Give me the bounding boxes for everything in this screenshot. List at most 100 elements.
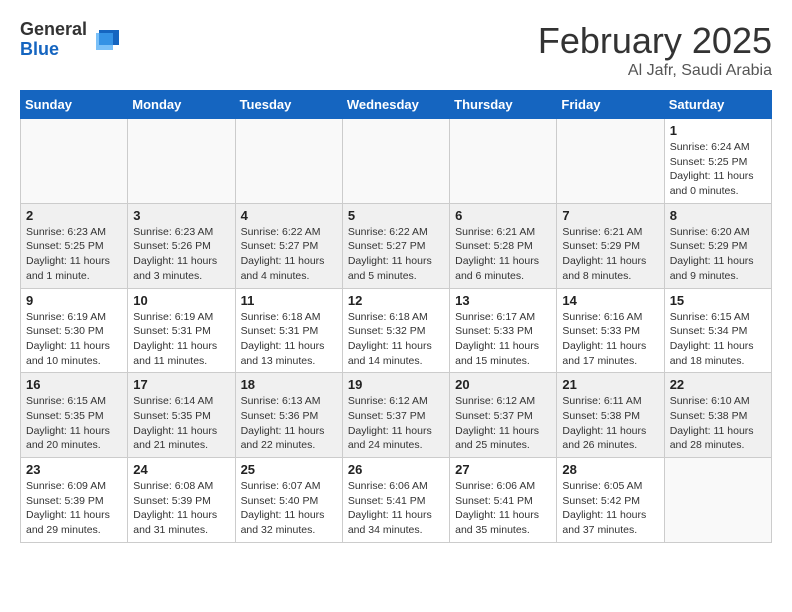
calendar-week-4: 16Sunrise: 6:15 AM Sunset: 5:35 PM Dayli… <box>21 373 772 458</box>
calendar-cell: 5 Sunrise: 6:22 AM Sunset: 5:27 PM Daylig… <box>342 203 449 288</box>
day-number: 5 <box>348 208 444 223</box>
day-info: Sunrise: 6:21 AM Sunset: 5:29 PM Dayligh… <box>562 225 658 284</box>
day-number: 8 <box>670 208 766 223</box>
day-info: Sunrise: 6:19 AM Sunset: 5:31 PM Dayligh… <box>133 310 229 369</box>
day-info: Sunrise: 6:22 AM Sunset: 5:27 PM Dayligh… <box>241 225 337 284</box>
day-number: 18 <box>241 377 337 392</box>
calendar-cell: 15Sunrise: 6:15 AM Sunset: 5:34 PM Dayli… <box>664 288 771 373</box>
month-year-title: February 2025 <box>538 20 772 62</box>
calendar-cell: 28 Sunrise: 6:05 AM Sunset: 5:42 PM Dayli… <box>557 458 664 543</box>
calendar-cell: 14 Sunrise: 6:16 AM Sunset: 5:33 PM Dayli… <box>557 288 664 373</box>
calendar-cell <box>21 119 128 204</box>
day-number: 26 <box>348 462 444 477</box>
day-info: Sunrise: 6:18 AM Sunset: 5:32 PM Dayligh… <box>348 310 444 369</box>
day-info: Sunrise: 6:07 AM Sunset: 5:40 PM Dayligh… <box>241 479 337 538</box>
calendar-cell: 2 Sunrise: 6:23 AM Sunset: 5:25 PM Daylig… <box>21 203 128 288</box>
calendar-week-3: 9 Sunrise: 6:19 AM Sunset: 5:30 PM Daylig… <box>21 288 772 373</box>
day-info: Sunrise: 6:13 AM Sunset: 5:36 PM Dayligh… <box>241 394 337 453</box>
day-info: Sunrise: 6:23 AM Sunset: 5:26 PM Dayligh… <box>133 225 229 284</box>
calendar-cell: 19 Sunrise: 6:12 AM Sunset: 5:37 PM Dayli… <box>342 373 449 458</box>
calendar-table: Sunday Monday Tuesday Wednesday Thursday… <box>20 90 772 543</box>
day-number: 16 <box>26 377 122 392</box>
day-info: Sunrise: 6:08 AM Sunset: 5:39 PM Dayligh… <box>133 479 229 538</box>
day-number: 25 <box>241 462 337 477</box>
calendar-cell: 1 Sunrise: 6:24 AM Sunset: 5:25 PM Daylig… <box>664 119 771 204</box>
day-info: Sunrise: 6:17 AM Sunset: 5:33 PM Dayligh… <box>455 310 551 369</box>
calendar-cell <box>557 119 664 204</box>
calendar-cell: 20 Sunrise: 6:12 AM Sunset: 5:37 PM Dayli… <box>450 373 557 458</box>
day-info: Sunrise: 6:18 AM Sunset: 5:31 PM Dayligh… <box>241 310 337 369</box>
header-tuesday: Tuesday <box>235 91 342 119</box>
day-number: 20 <box>455 377 551 392</box>
day-info: Sunrise: 6:10 AM Sunset: 5:38 PM Dayligh… <box>670 394 766 453</box>
day-info: Sunrise: 6:06 AM Sunset: 5:41 PM Dayligh… <box>348 479 444 538</box>
day-info: Sunrise: 6:19 AM Sunset: 5:30 PM Dayligh… <box>26 310 122 369</box>
logo-text: General Blue <box>20 20 87 60</box>
day-number: 21 <box>562 377 658 392</box>
page-header: General Blue February 2025 Al Jafr, Saud… <box>20 20 772 80</box>
calendar-week-2: 2 Sunrise: 6:23 AM Sunset: 5:25 PM Daylig… <box>21 203 772 288</box>
day-number: 19 <box>348 377 444 392</box>
day-info: Sunrise: 6:14 AM Sunset: 5:35 PM Dayligh… <box>133 394 229 453</box>
calendar-cell: 11 Sunrise: 6:18 AM Sunset: 5:31 PM Dayli… <box>235 288 342 373</box>
day-info: Sunrise: 6:06 AM Sunset: 5:41 PM Dayligh… <box>455 479 551 538</box>
day-number: 22 <box>670 377 766 392</box>
header-friday: Friday <box>557 91 664 119</box>
calendar-cell: 23Sunrise: 6:09 AM Sunset: 5:39 PM Dayli… <box>21 458 128 543</box>
day-info: Sunrise: 6:23 AM Sunset: 5:25 PM Dayligh… <box>26 225 122 284</box>
calendar-cell: 8 Sunrise: 6:20 AM Sunset: 5:29 PM Daylig… <box>664 203 771 288</box>
calendar-cell <box>450 119 557 204</box>
calendar-cell: 13 Sunrise: 6:17 AM Sunset: 5:33 PM Dayli… <box>450 288 557 373</box>
day-number: 17 <box>133 377 229 392</box>
calendar-cell: 27Sunrise: 6:06 AM Sunset: 5:41 PM Dayli… <box>450 458 557 543</box>
calendar-cell: 18 Sunrise: 6:13 AM Sunset: 5:36 PM Dayli… <box>235 373 342 458</box>
day-number: 4 <box>241 208 337 223</box>
day-number: 1 <box>670 123 766 138</box>
day-info: Sunrise: 6:16 AM Sunset: 5:33 PM Dayligh… <box>562 310 658 369</box>
location-subtitle: Al Jafr, Saudi Arabia <box>538 62 772 80</box>
logo-general: General <box>20 20 87 40</box>
day-info: Sunrise: 6:11 AM Sunset: 5:38 PM Dayligh… <box>562 394 658 453</box>
calendar-cell <box>342 119 449 204</box>
logo-icon <box>91 25 121 55</box>
day-info: Sunrise: 6:12 AM Sunset: 5:37 PM Dayligh… <box>348 394 444 453</box>
day-number: 28 <box>562 462 658 477</box>
day-info: Sunrise: 6:12 AM Sunset: 5:37 PM Dayligh… <box>455 394 551 453</box>
day-number: 23 <box>26 462 122 477</box>
header-wednesday: Wednesday <box>342 91 449 119</box>
day-info: Sunrise: 6:21 AM Sunset: 5:28 PM Dayligh… <box>455 225 551 284</box>
calendar-week-5: 23Sunrise: 6:09 AM Sunset: 5:39 PM Dayli… <box>21 458 772 543</box>
calendar-cell <box>235 119 342 204</box>
calendar-cell: 12Sunrise: 6:18 AM Sunset: 5:32 PM Dayli… <box>342 288 449 373</box>
title-block: February 2025 Al Jafr, Saudi Arabia <box>538 20 772 80</box>
calendar-cell: 22 Sunrise: 6:10 AM Sunset: 5:38 PM Dayli… <box>664 373 771 458</box>
calendar-cell: 4 Sunrise: 6:22 AM Sunset: 5:27 PM Daylig… <box>235 203 342 288</box>
day-info: Sunrise: 6:22 AM Sunset: 5:27 PM Dayligh… <box>348 225 444 284</box>
calendar-cell: 10 Sunrise: 6:19 AM Sunset: 5:31 PM Dayli… <box>128 288 235 373</box>
day-number: 15 <box>670 293 766 308</box>
day-info: Sunrise: 6:20 AM Sunset: 5:29 PM Dayligh… <box>670 225 766 284</box>
day-number: 2 <box>26 208 122 223</box>
day-number: 9 <box>26 293 122 308</box>
header-saturday: Saturday <box>664 91 771 119</box>
calendar-week-1: 1 Sunrise: 6:24 AM Sunset: 5:25 PM Daylig… <box>21 119 772 204</box>
calendar-header-row: Sunday Monday Tuesday Wednesday Thursday… <box>21 91 772 119</box>
calendar-cell: 21 Sunrise: 6:11 AM Sunset: 5:38 PM Dayli… <box>557 373 664 458</box>
logo-blue: Blue <box>20 40 87 60</box>
day-info: Sunrise: 6:24 AM Sunset: 5:25 PM Dayligh… <box>670 140 766 199</box>
day-number: 13 <box>455 293 551 308</box>
day-number: 14 <box>562 293 658 308</box>
day-number: 7 <box>562 208 658 223</box>
header-thursday: Thursday <box>450 91 557 119</box>
calendar-cell <box>664 458 771 543</box>
calendar-cell: 24Sunrise: 6:08 AM Sunset: 5:39 PM Dayli… <box>128 458 235 543</box>
calendar-cell: 16Sunrise: 6:15 AM Sunset: 5:35 PM Dayli… <box>21 373 128 458</box>
day-number: 10 <box>133 293 229 308</box>
day-number: 3 <box>133 208 229 223</box>
calendar-cell: 7 Sunrise: 6:21 AM Sunset: 5:29 PM Daylig… <box>557 203 664 288</box>
day-info: Sunrise: 6:05 AM Sunset: 5:42 PM Dayligh… <box>562 479 658 538</box>
logo: General Blue <box>20 20 121 60</box>
page-container: General Blue February 2025 Al Jafr, Saud… <box>0 0 792 553</box>
day-number: 11 <box>241 293 337 308</box>
calendar-cell: 26 Sunrise: 6:06 AM Sunset: 5:41 PM Dayli… <box>342 458 449 543</box>
